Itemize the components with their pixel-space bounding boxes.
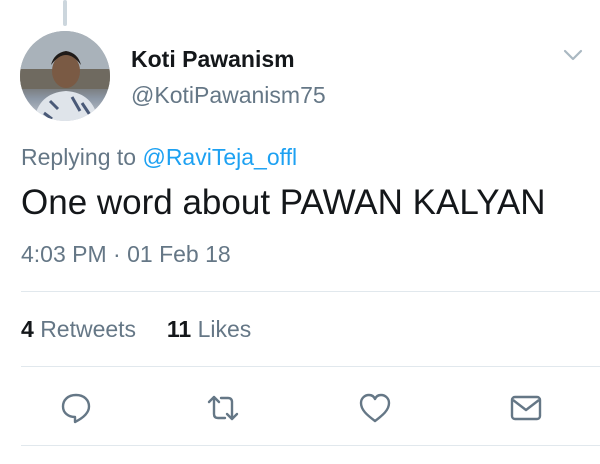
divider <box>21 366 600 367</box>
replying-to-mention[interactable]: @RaviTeja_offl <box>142 144 297 170</box>
reply-button[interactable] <box>58 390 94 426</box>
tweet-timestamp[interactable]: 4:03 PM · 01 Feb 18 <box>21 241 231 268</box>
replying-to-label: Replying to <box>21 144 137 170</box>
chevron-down-icon[interactable] <box>562 46 584 64</box>
retweets-stat[interactable]: 4 Retweets <box>21 316 142 342</box>
likes-stat[interactable]: 11 Likes <box>167 316 251 342</box>
author-handle[interactable]: @KotiPawanism75 <box>131 82 326 109</box>
divider <box>21 291 600 292</box>
envelope-icon <box>510 395 542 421</box>
likes-count: 11 <box>166 316 192 342</box>
retweets-count: 4 <box>21 316 34 342</box>
divider <box>21 445 600 446</box>
avatar-photo <box>20 31 110 121</box>
avatar[interactable] <box>20 31 110 121</box>
heart-icon <box>359 393 391 423</box>
replying-to-line: Replying to @RaviTeja_offl <box>21 144 297 171</box>
engagement-stats: 4 Retweets 11 Likes <box>21 316 251 343</box>
retweets-label: Retweets <box>40 316 137 342</box>
tweet-text: One word about PAWAN KALYAN <box>21 183 546 222</box>
author-name[interactable]: Koti Pawanism <box>131 46 295 73</box>
thread-connector-line <box>63 0 67 26</box>
likes-label: Likes <box>197 316 252 342</box>
share-button[interactable] <box>508 390 544 426</box>
retweet-button[interactable] <box>205 390 241 426</box>
like-button[interactable] <box>357 390 393 426</box>
reply-icon <box>61 393 91 424</box>
retweet-icon <box>207 395 239 421</box>
